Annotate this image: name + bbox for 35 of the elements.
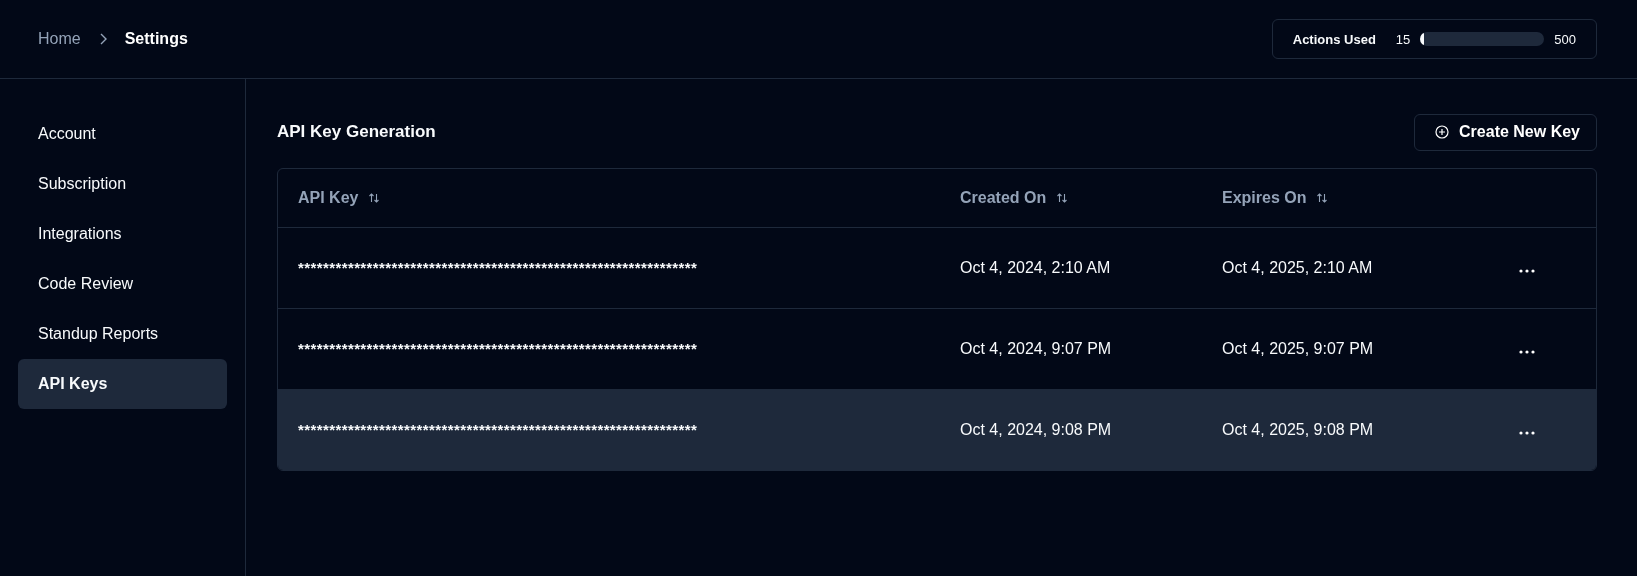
section-title: API Key Generation (277, 122, 436, 142)
more-icon[interactable] (1519, 431, 1535, 435)
masked-key: **************************************************************** (298, 421, 698, 438)
created-date: Oct 4, 2024, 9:08 PM (960, 421, 1112, 438)
sidebar-item[interactable]: API Keys (18, 359, 227, 409)
column-header[interactable]: Created On (960, 189, 1047, 207)
sort-icon[interactable] (1316, 192, 1329, 204)
sidebar-item[interactable]: Standup Reports (18, 309, 227, 359)
more-icon[interactable] (1519, 350, 1535, 354)
column-header[interactable]: Expires On (1222, 189, 1307, 207)
usage-label: Actions Used (1292, 31, 1376, 47)
column-header[interactable]: API Key (298, 189, 359, 207)
expiry-date: Oct 4, 2025, 9:08 PM (1222, 421, 1374, 438)
create-key-button[interactable]: Create New Key (1414, 113, 1597, 151)
sidebar-item[interactable]: Subscription (18, 159, 227, 209)
masked-key: **************************************************************** (298, 259, 698, 276)
sort-icon[interactable] (1056, 192, 1069, 204)
expiry-date: Oct 4, 2025, 9:07 PM (1222, 340, 1374, 357)
usage-limit: 500 (1554, 31, 1576, 47)
sidebar-item[interactable]: Account (18, 109, 227, 159)
table-row[interactable]: **************************************************************** Oct 4, 2024, 2:10 AM Oct 4, 2025, 2:10 AM (278, 228, 1596, 309)
sidebar-item[interactable]: Code Review (18, 259, 227, 309)
chevron-right-icon (98, 33, 107, 45)
usage-count: 15 (1395, 31, 1411, 47)
created-date: Oct 4, 2024, 2:10 AM (960, 259, 1111, 276)
breadcrumb-link[interactable]: Home (38, 30, 81, 48)
created-date: Oct 4, 2024, 9:07 PM (960, 340, 1112, 357)
sort-icon[interactable] (368, 192, 381, 204)
masked-key: **************************************************************** (298, 340, 698, 357)
plus-circle-icon (1435, 125, 1450, 139)
expiry-date: Oct 4, 2025, 2:10 AM (1222, 259, 1373, 276)
table-row[interactable]: **************************************************************** Oct 4, 2024, 9:08 PM Oct 4, 2025, 9:08 PM (278, 390, 1596, 470)
sidebar-item[interactable]: Integrations (18, 209, 227, 259)
more-icon[interactable] (1519, 269, 1535, 273)
breadcrumb-current: Settings (124, 30, 188, 48)
